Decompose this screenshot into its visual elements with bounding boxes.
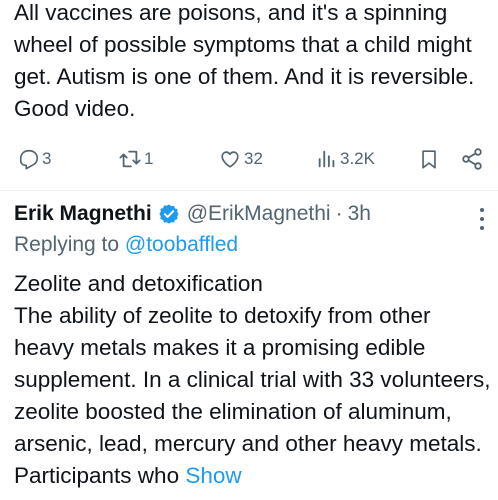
share-button[interactable] xyxy=(460,142,484,176)
retweet-button[interactable]: 1 xyxy=(118,142,153,176)
replying-to: Replying to @toobaffled xyxy=(14,233,238,257)
share-icon xyxy=(462,148,482,170)
replying-handle-link[interactable]: @toobaffled xyxy=(125,233,238,256)
like-button[interactable]: 32 xyxy=(218,142,263,176)
bookmark-icon xyxy=(422,150,436,169)
more-options-icon xyxy=(480,208,484,230)
more-options-button[interactable] xyxy=(472,204,492,234)
replying-prefix: Replying to xyxy=(14,233,120,256)
views-icon xyxy=(318,150,335,168)
retweet-count: 1 xyxy=(144,149,154,168)
like-count: 32 xyxy=(244,149,263,168)
author-handle[interactable]: @ErikMagnethi xyxy=(187,202,331,226)
retweet-icon xyxy=(119,150,141,168)
views-button[interactable]: 3.2K xyxy=(316,142,375,176)
tweet-action-bar: 3 1 32 3.2K xyxy=(0,142,498,176)
reply-tweet-body: Zeolite and detoxification The ability o… xyxy=(14,271,491,488)
separator-dot: · xyxy=(335,202,343,225)
reply-tweet-text: Zeolite and detoxification The ability o… xyxy=(14,268,494,492)
like-icon xyxy=(221,151,239,168)
tweet-text: All vaccines are poisons, and it's a spi… xyxy=(14,0,481,121)
verified-badge-icon xyxy=(158,203,180,225)
reply-icon xyxy=(19,149,39,170)
reply-button[interactable]: 3 xyxy=(18,142,51,176)
author-name[interactable]: Erik Magnethi xyxy=(14,202,152,226)
show-more-link[interactable]: Show xyxy=(185,463,241,488)
tweet-header: Erik Magnethi @ErikMagnethi · 3h xyxy=(14,198,371,230)
post-time[interactable]: 3h xyxy=(348,202,371,226)
tweet-divider xyxy=(0,190,498,191)
views-count: 3.2K xyxy=(340,149,375,168)
bookmark-button[interactable] xyxy=(418,142,440,176)
reply-count: 3 xyxy=(42,149,52,168)
